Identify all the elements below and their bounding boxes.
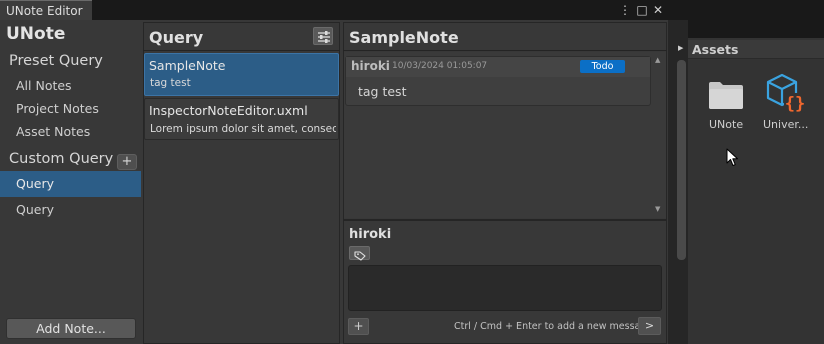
composer-author: hiroki (349, 227, 392, 242)
uxml-asset-icon[interactable]: {} (764, 73, 808, 119)
more-options-icon[interactable]: ⋮ (617, 0, 633, 20)
send-button[interactable]: > (638, 317, 661, 335)
message-text: tag test (358, 84, 407, 99)
window-titlebar (0, 0, 668, 20)
divider (143, 50, 340, 51)
message-author: hiroki (351, 59, 390, 73)
note-card-title: InspectorNoteEditor.uxml (149, 103, 308, 118)
maximize-icon[interactable]: □ (634, 0, 650, 20)
sidebar-item-custom-query-2[interactable]: Query (16, 202, 54, 217)
message-input[interactable] (348, 265, 662, 311)
status-badge[interactable]: Todo (580, 60, 625, 73)
sliders-icon-glyph (318, 31, 330, 43)
sidebar-item-asset-notes[interactable]: Asset Notes (16, 124, 90, 139)
sliders-icon[interactable] (313, 27, 333, 45)
note-title: SampleNote (349, 28, 459, 47)
uxml-asset-icon-glyph: {} (766, 73, 806, 114)
scrollbar[interactable] (677, 60, 686, 260)
note-card-subtitle: tag test (150, 77, 191, 89)
sidebar-item-custom-query-1[interactable]: Query (16, 176, 54, 191)
window-tab[interactable]: UNote Editor (0, 0, 92, 20)
query-panel-title: Query (149, 28, 204, 47)
sidebar-item-project-notes[interactable]: Project Notes (16, 101, 99, 116)
divider (343, 50, 667, 51)
add-note-button[interactable]: Add Note... (6, 318, 136, 339)
scroll-up-icon[interactable]: ▲ (655, 56, 660, 64)
note-card-subtitle: Lorem ipsum dolor sit amet, consect... (150, 123, 336, 135)
mouse-cursor-icon (726, 148, 740, 172)
add-query-button[interactable]: + (117, 154, 137, 170)
asset-label[interactable]: UNote (709, 118, 743, 131)
folder-icon-glyph (709, 82, 743, 109)
scroll-down-icon[interactable]: ▼ (655, 205, 660, 213)
svg-text:{}: {} (785, 94, 805, 114)
folder-icon[interactable] (708, 80, 744, 114)
note-card-title: SampleNote (149, 58, 226, 73)
composer-hint: Ctrl / Cmd + Enter to add a new message (454, 321, 653, 332)
splitter-handle[interactable] (343, 219, 667, 221)
expand-arrow-icon[interactable]: ▶ (678, 44, 683, 52)
message-timestamp: 10/03/2024 01:05:07 (392, 61, 488, 71)
tag-icon[interactable] (349, 246, 370, 261)
add-attachment-button[interactable]: + (348, 318, 369, 335)
sidebar-item-all-notes[interactable]: All Notes (16, 78, 72, 93)
assets-title: Assets (692, 42, 739, 57)
preset-query-heading: Preset Query (9, 53, 103, 69)
asset-label[interactable]: Univer... (763, 118, 808, 131)
app-title: UNote (6, 24, 66, 44)
close-icon[interactable]: ✕ (650, 0, 666, 20)
custom-query-heading: Custom Query (9, 151, 114, 167)
mouse-cursor-glyph (726, 148, 738, 166)
tag-icon-glyph (354, 251, 366, 261)
